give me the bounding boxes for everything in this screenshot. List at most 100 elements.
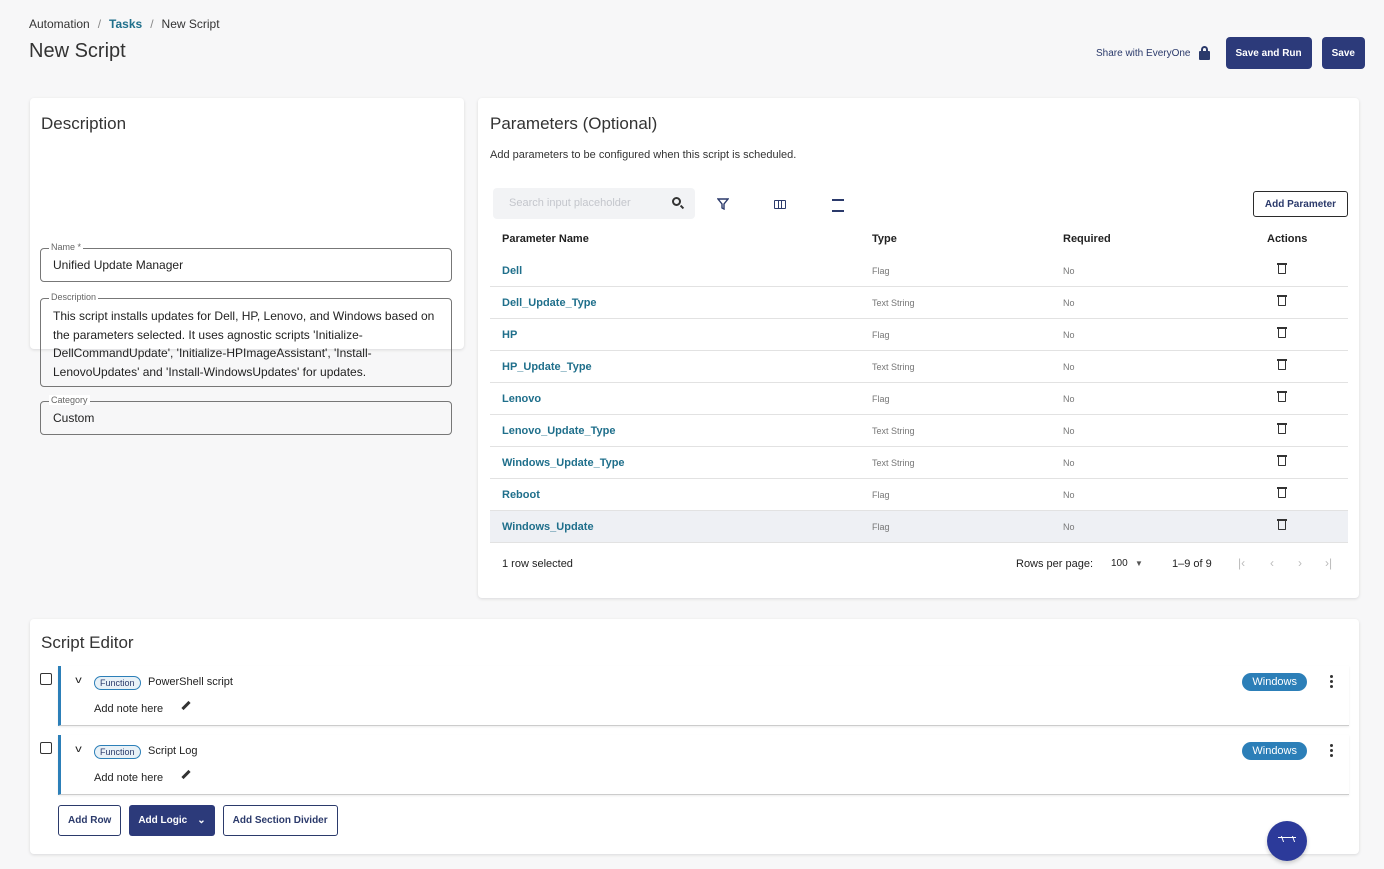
column-header-required[interactable]: Required [1063,233,1245,245]
next-page-icon[interactable]: › [1298,556,1302,570]
add-section-divider-button[interactable]: Add Section Divider [222,805,338,836]
parameters-table: Parameter Name Type Required Actions Del… [490,223,1348,543]
table-row[interactable]: HP_Update_Type Text String No [490,351,1348,383]
delete-icon[interactable] [1276,391,1287,402]
name-field[interactable]: Name * Unified Update Manager [40,242,452,282]
script-editor-card: Script Editor v Function PowerShell scri… [30,619,1359,854]
description-card-title: Description [41,114,127,133]
breadcrumb-current: New Script [161,17,220,31]
assistant-fab-button[interactable] [1267,821,1307,861]
description-card: Description Name * Unified Update Manage… [30,98,464,435]
function-badge: Function [94,745,141,759]
search-placeholder: Search input placeholder [509,197,631,209]
table-row-selected[interactable]: Windows_Update Flag No [490,511,1348,543]
delete-icon[interactable] [1276,519,1287,530]
kebab-menu-icon[interactable] [1330,675,1333,688]
delete-icon[interactable] [1276,295,1287,306]
parameter-name[interactable]: HP [490,329,872,341]
pencil-icon[interactable] [181,769,191,780]
density-icon[interactable] [832,198,844,212]
filter-icon[interactable] [717,198,729,210]
parameter-name[interactable]: Windows_Update_Type [490,457,872,469]
table-row[interactable]: Lenovo Flag No [490,383,1348,415]
table-row[interactable]: HP Flag No [490,319,1348,351]
name-field-value[interactable]: Unified Update Manager [41,249,451,282]
breadcrumb-tasks[interactable]: Tasks [109,17,142,31]
parameters-card: Parameters (Optional) Add parameters to … [478,98,1359,598]
parameter-type: Text String [872,457,915,468]
table-row[interactable]: Lenovo_Update_Type Text String No [490,415,1348,447]
table-header: Parameter Name Type Required Actions [490,223,1348,255]
delete-icon[interactable] [1276,359,1287,370]
first-page-icon[interactable]: |‹ [1238,556,1245,570]
block-note[interactable]: Add note here [94,772,163,784]
column-header-type[interactable]: Type [872,233,1063,245]
caret-down-icon[interactable]: ▼ [1135,559,1143,568]
pagination-range: 1–9 of 9 [1172,558,1212,570]
category-field[interactable]: Category Custom [40,395,452,435]
breadcrumb-separator: / [150,17,154,31]
parameters-subtitle: Add parameters to be configured when thi… [490,149,797,161]
column-header-name[interactable]: Parameter Name [490,233,872,245]
lock-icon[interactable] [1198,46,1210,60]
rows-per-page-select[interactable]: 100 [1111,558,1128,569]
delete-icon[interactable] [1276,263,1287,274]
table-row[interactable]: Reboot Flag No [490,479,1348,511]
script-block[interactable]: v Function Script Log Add note here Wind… [58,735,1349,795]
add-row-button[interactable]: Add Row [58,805,122,836]
pencil-icon[interactable] [181,700,191,711]
delete-icon[interactable] [1276,487,1287,498]
function-badge: Function [94,676,141,690]
parameter-required: No [1063,297,1075,308]
last-page-icon[interactable]: ›| [1325,556,1332,570]
share-toggle[interactable]: Share with EveryOne [1096,46,1210,60]
block-checkbox[interactable] [40,742,52,754]
parameter-search-input[interactable]: Search input placeholder [493,188,695,219]
parameter-required: No [1063,457,1075,468]
table-row[interactable]: Dell Flag No [490,255,1348,287]
search-icon[interactable] [672,197,681,206]
parameter-name[interactable]: Lenovo_Update_Type [490,425,872,437]
category-field-value[interactable]: Custom [41,402,451,435]
parameter-name[interactable]: Windows_Update [490,521,872,533]
description-field-value[interactable]: This script installs updates for Dell, H… [41,299,451,381]
parameter-name[interactable]: Reboot [490,489,872,501]
table-row[interactable]: Windows_Update_Type Text String No [490,447,1348,479]
script-block[interactable]: v Function PowerShell script Add note he… [58,666,1349,726]
parameter-type: Text String [872,361,915,372]
script-editor-title: Script Editor [41,633,134,652]
table-row[interactable]: Dell_Update_Type Text String No [490,287,1348,319]
block-checkbox[interactable] [40,673,52,685]
prev-page-icon[interactable]: ‹ [1270,556,1274,570]
parameter-required: No [1063,521,1075,532]
delete-icon[interactable] [1276,455,1287,466]
chevron-down-icon: ⌄ [197,815,206,826]
chevron-down-icon[interactable]: v [75,675,82,686]
parameter-required: No [1063,329,1075,340]
breadcrumb-automation[interactable]: Automation [29,17,90,31]
parameter-required: No [1063,489,1075,500]
chevron-down-icon[interactable]: v [75,744,82,755]
selected-count: 1 row selected [502,558,573,570]
delete-icon[interactable] [1276,423,1287,434]
page-title: New Script [29,40,126,62]
parameters-card-title: Parameters (Optional) [490,114,658,133]
kebab-menu-icon[interactable] [1330,744,1333,757]
breadcrumb-separator: / [97,17,102,31]
parameter-type: Flag [872,393,890,404]
parameter-required: No [1063,425,1075,436]
parameter-name[interactable]: Lenovo [490,393,872,405]
parameter-name[interactable]: Dell [490,265,872,277]
add-parameter-button[interactable]: Add Parameter [1253,191,1348,217]
parameter-name[interactable]: HP_Update_Type [490,361,872,373]
parameter-type: Flag [872,521,890,532]
parameter-name[interactable]: Dell_Update_Type [490,297,872,309]
save-button[interactable]: Save [1321,37,1365,69]
save-and-run-button[interactable]: Save and Run [1225,37,1312,69]
columns-icon[interactable] [774,200,786,209]
add-logic-button[interactable]: Add Logic ⌄ [129,805,215,836]
description-field[interactable]: Description This script installs updates… [40,292,452,387]
os-badge: Windows [1242,673,1307,691]
delete-icon[interactable] [1276,327,1287,338]
block-note[interactable]: Add note here [94,703,163,715]
